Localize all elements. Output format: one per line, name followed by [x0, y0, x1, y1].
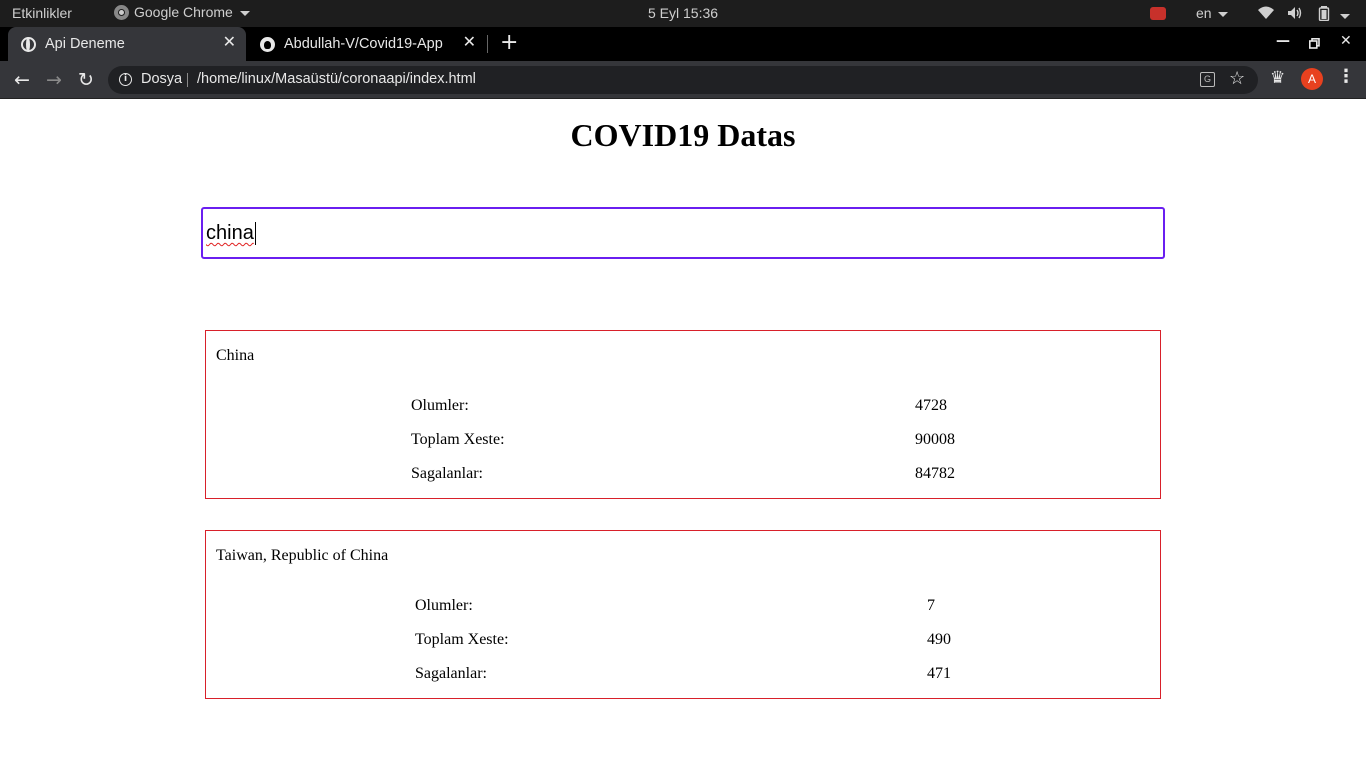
profile-avatar[interactable]: A	[1301, 68, 1323, 90]
reload-icon[interactable]: ↻	[73, 67, 99, 93]
country-name: China	[216, 347, 255, 364]
new-tab-plus-icon[interactable]: +	[500, 32, 518, 54]
globe-icon	[21, 36, 36, 52]
stat-value: 7	[927, 597, 935, 614]
stat-value: 490	[927, 631, 951, 648]
battery-icon[interactable]	[1318, 6, 1330, 21]
extensions-puzzle-icon[interactable]: ♛	[1270, 68, 1285, 88]
stat-label: Olumler:	[411, 397, 469, 414]
close-tab-icon[interactable]: ✕	[463, 35, 476, 51]
tab-strip: Api Deneme ✕ Abdullah-V/Covid19-App ✕	[0, 27, 1366, 61]
stat-value: 4728	[915, 397, 947, 414]
country-search-input[interactable]: china	[201, 207, 1165, 259]
activities-button[interactable]: Etkinlikler	[12, 5, 72, 21]
github-icon	[260, 36, 275, 52]
stat-label: Sagalanlar:	[415, 665, 487, 682]
page-title: COVID19 Datas	[570, 117, 796, 153]
language-label: en	[1196, 5, 1212, 21]
stat-label: Toplam Xeste:	[415, 631, 509, 648]
close-tab-icon[interactable]: ✕	[223, 35, 236, 51]
back-arrow-icon[interactable]: ←	[9, 67, 35, 93]
chevron-down-icon	[239, 10, 250, 16]
translate-icon[interactable]: G	[1200, 72, 1215, 87]
volume-icon[interactable]	[1287, 6, 1303, 20]
notification-icon[interactable]	[1150, 7, 1166, 20]
tab-title: Api Deneme	[45, 36, 125, 52]
tab-title: Abdullah-V/Covid19-App	[284, 36, 443, 52]
app-menu[interactable]: Google Chrome	[114, 4, 250, 20]
chevron-down-icon	[1217, 11, 1228, 17]
wifi-icon[interactable]	[1258, 6, 1274, 20]
minimize-icon[interactable]: —	[1276, 33, 1290, 49]
browser-toolbar: ← → ↻ i Dosya /home/linux/Masaüstü/coron…	[0, 61, 1366, 99]
country-card-china: China Olumler: 4728 Toplam Xeste: 90008 …	[205, 330, 1161, 499]
clock[interactable]: 5 Eyl 15:36	[648, 5, 718, 21]
chrome-icon	[114, 4, 129, 20]
close-window-icon[interactable]: ✕	[1340, 33, 1352, 49]
restore-icon[interactable]	[1309, 38, 1320, 49]
country-name: Taiwan, Republic of China	[216, 547, 389, 564]
tab-api-deneme[interactable]: Api Deneme ✕	[8, 27, 246, 61]
stat-label: Olumler:	[415, 597, 473, 614]
info-icon[interactable]: i	[119, 73, 132, 86]
tab-covid19-app[interactable]: Abdullah-V/Covid19-App ✕	[250, 27, 486, 61]
url-text[interactable]: /home/linux/Masaüstü/coronaapi/index.htm…	[197, 71, 476, 87]
more-menu-icon[interactable]: ⋮	[1337, 66, 1355, 87]
stat-value: 84782	[915, 465, 955, 482]
forward-arrow-icon[interactable]: →	[41, 67, 67, 93]
stat-label: Toplam Xeste:	[411, 431, 505, 448]
address-divider	[187, 73, 188, 87]
app-menu-label: Google Chrome	[134, 4, 233, 20]
country-card-taiwan: Taiwan, Republic of China Olumler: 7 Top…	[205, 530, 1161, 699]
stat-value: 90008	[915, 431, 955, 448]
system-menu-chevron-icon[interactable]	[1340, 14, 1350, 19]
stat-label: Sagalanlar:	[411, 465, 483, 482]
bookmark-star-icon[interactable]: ☆	[1229, 68, 1245, 89]
address-bar[interactable]: i Dosya /home/linux/Masaüstü/coronaapi/i…	[108, 66, 1258, 94]
site-scheme-label[interactable]: Dosya	[141, 71, 182, 87]
tab-separator	[487, 35, 488, 53]
search-input-value: china	[206, 222, 254, 244]
text-cursor	[255, 222, 256, 245]
stat-value: 471	[927, 665, 951, 682]
language-selector[interactable]: en	[1196, 5, 1228, 21]
system-top-bar: Etkinlikler Google Chrome 5 Eyl 15:36 en	[0, 0, 1366, 27]
